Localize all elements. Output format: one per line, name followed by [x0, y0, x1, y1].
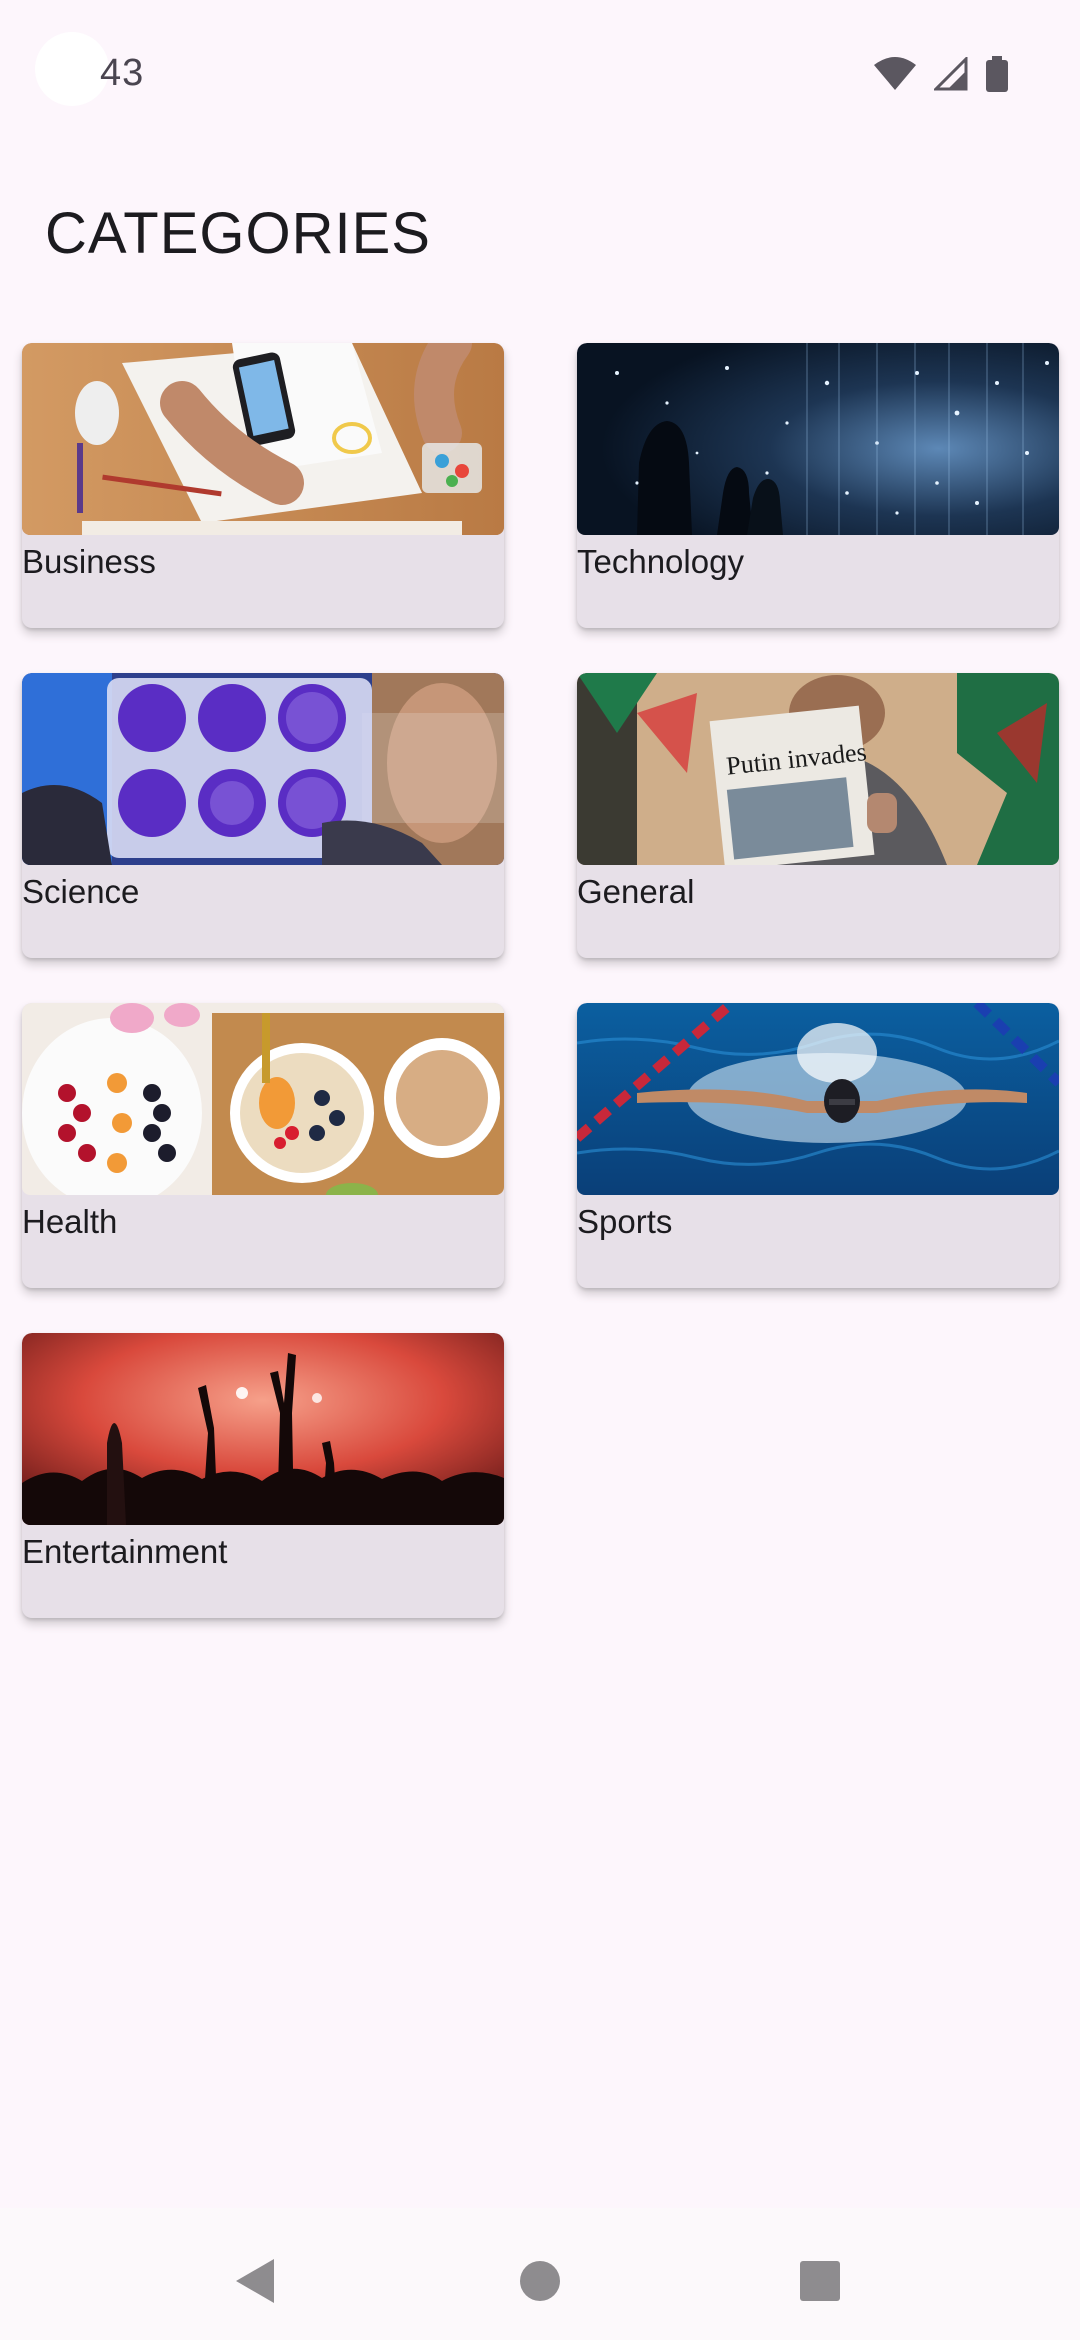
- concert-crowd-photo: [22, 1333, 504, 1525]
- back-icon: [234, 2257, 278, 2310]
- category-label: Business: [22, 543, 156, 580]
- category-label: Technology: [577, 543, 744, 580]
- category-card-science[interactable]: Science: [22, 673, 504, 958]
- home-icon: [519, 2260, 561, 2307]
- category-card-sports[interactable]: Sports: [577, 1003, 1059, 1288]
- category-card-business[interactable]: Business: [22, 343, 504, 628]
- back-button[interactable]: [226, 2253, 286, 2313]
- navigation-bar: [0, 2208, 1080, 2340]
- home-button[interactable]: [510, 2253, 570, 2313]
- category-label: General: [577, 873, 695, 910]
- category-card-general[interactable]: Putin invades General: [577, 673, 1059, 958]
- category-card-entertainment[interactable]: Entertainment: [22, 1333, 504, 1618]
- science-lab-photo: [22, 673, 504, 865]
- status-time: 43: [100, 52, 145, 94]
- status-icons: [874, 55, 1008, 97]
- business-desk-photo: [22, 343, 504, 535]
- recents-button[interactable]: [790, 2253, 850, 2313]
- category-card-health[interactable]: Health: [22, 1003, 504, 1288]
- camera-cutout: [35, 32, 109, 106]
- signal-icon: [932, 55, 968, 96]
- status-bar: 43: [0, 0, 1080, 140]
- category-label: Sports: [577, 1203, 673, 1240]
- battery-icon: [986, 56, 1008, 97]
- technology-lights-photo: [577, 343, 1059, 535]
- recents-icon: [799, 2260, 841, 2307]
- swimmer-photo: [577, 1003, 1059, 1195]
- newspaper-reader-photo: Putin invades: [577, 673, 1059, 865]
- wifi-icon: [874, 57, 916, 96]
- healthy-food-photo: [22, 1003, 504, 1195]
- category-label: Entertainment: [22, 1533, 228, 1570]
- category-label: Health: [22, 1203, 118, 1240]
- category-label: Science: [22, 873, 140, 910]
- page-title: CATEGORIES: [45, 201, 431, 266]
- category-card-technology[interactable]: Technology: [577, 343, 1059, 628]
